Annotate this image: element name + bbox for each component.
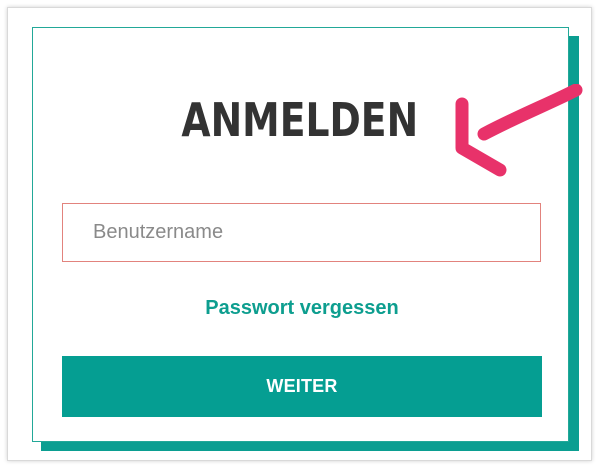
username-input[interactable] (62, 203, 541, 262)
forgot-password-link[interactable]: Passwort vergessen (0, 294, 599, 322)
continue-button[interactable]: WEITER (62, 356, 542, 417)
arrow-icon (455, 84, 583, 177)
